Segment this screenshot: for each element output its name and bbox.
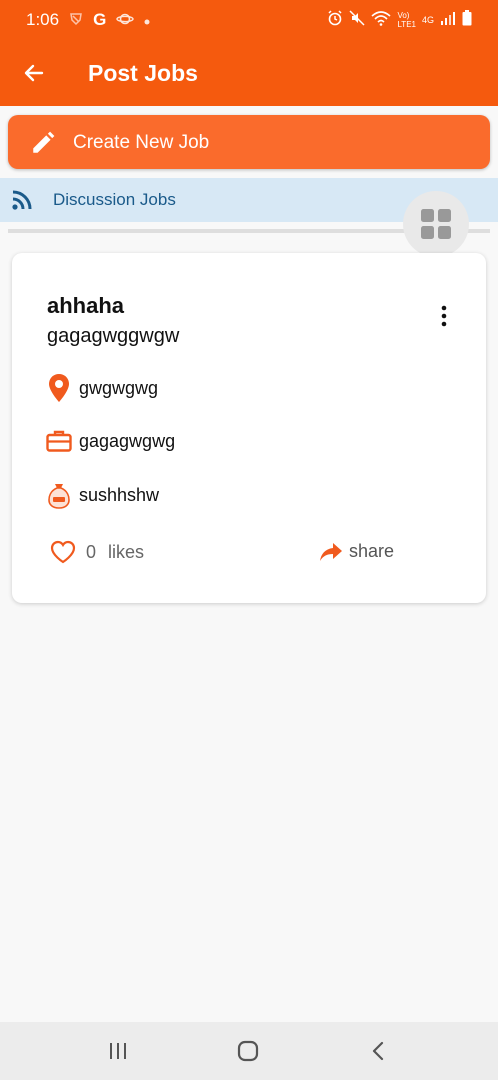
recent-apps-icon [110,1043,126,1059]
battery-icon [462,9,472,31]
job-salary-row: sushhshw [45,480,159,510]
lte-label: LTE1 [397,20,416,29]
discussion-jobs-label: Discussion Jobs [53,190,176,209]
volte-label: Vo) [397,11,410,20]
location-pin-icon [45,373,73,403]
status-time: 1:06 [26,10,60,29]
recent-apps-button[interactable] [104,1038,132,1064]
share-label: share [349,541,395,561]
job-title: ahhaha [47,293,125,318]
status-bar: 1:06 G Vo) LTE1 4G [0,0,498,40]
system-nav-bar [0,1022,498,1080]
app-bar: Post Jobs [0,40,498,106]
heart-icon [50,540,76,564]
back-button[interactable] [18,57,50,89]
create-new-job-button[interactable]: Create New Job [8,115,490,169]
job-location: gwgwgwg [79,377,159,398]
4g-icon: 4G [421,15,434,25]
grid-view-button[interactable] [403,191,469,257]
job-company: gagagwggwgw [47,325,180,347]
job-type-row: gagagwgwg [45,426,175,456]
pencil-icon [33,131,55,153]
volte-icon: Vo) LTE1 [397,11,416,29]
more-vertical-icon [441,305,447,327]
system-back-button[interactable] [364,1038,392,1064]
likes-label: likes [108,541,145,562]
shield-icon [69,12,83,29]
status-bar-left: 1:06 G [26,10,150,30]
like-button[interactable]: 0 likes [50,540,144,564]
create-new-job-label: Create New Job [73,132,210,153]
status-bar-right: Vo) LTE1 4G [327,9,472,31]
grid-icon [421,209,451,239]
job-card[interactable]: ahhaha gagagwggwgw gwgwgwg gagagwgwg sus… [12,253,486,603]
back-icon [372,1041,384,1061]
briefcase-icon [45,426,73,456]
share-icon [320,542,342,561]
wifi-icon [371,10,391,31]
share-button[interactable]: share [319,541,394,562]
page-title: Post Jobs [88,60,198,86]
home-icon [237,1040,259,1062]
signal-icon [440,10,456,30]
job-type: gagagwgwg [79,430,176,451]
google-icon: G [93,10,107,29]
arrow-left-icon [24,64,44,82]
rss-icon [12,190,32,210]
dot-icon [144,13,150,28]
home-button[interactable] [234,1038,262,1064]
likes-count: 0 [86,541,97,562]
mute-icon [349,9,365,31]
more-options-button[interactable] [432,303,456,329]
planet-icon [116,12,135,29]
job-salary: sushhshw [79,484,160,505]
job-location-row: gwgwgwg [45,373,158,403]
money-bag-icon [45,480,73,510]
alarm-icon [327,9,343,31]
